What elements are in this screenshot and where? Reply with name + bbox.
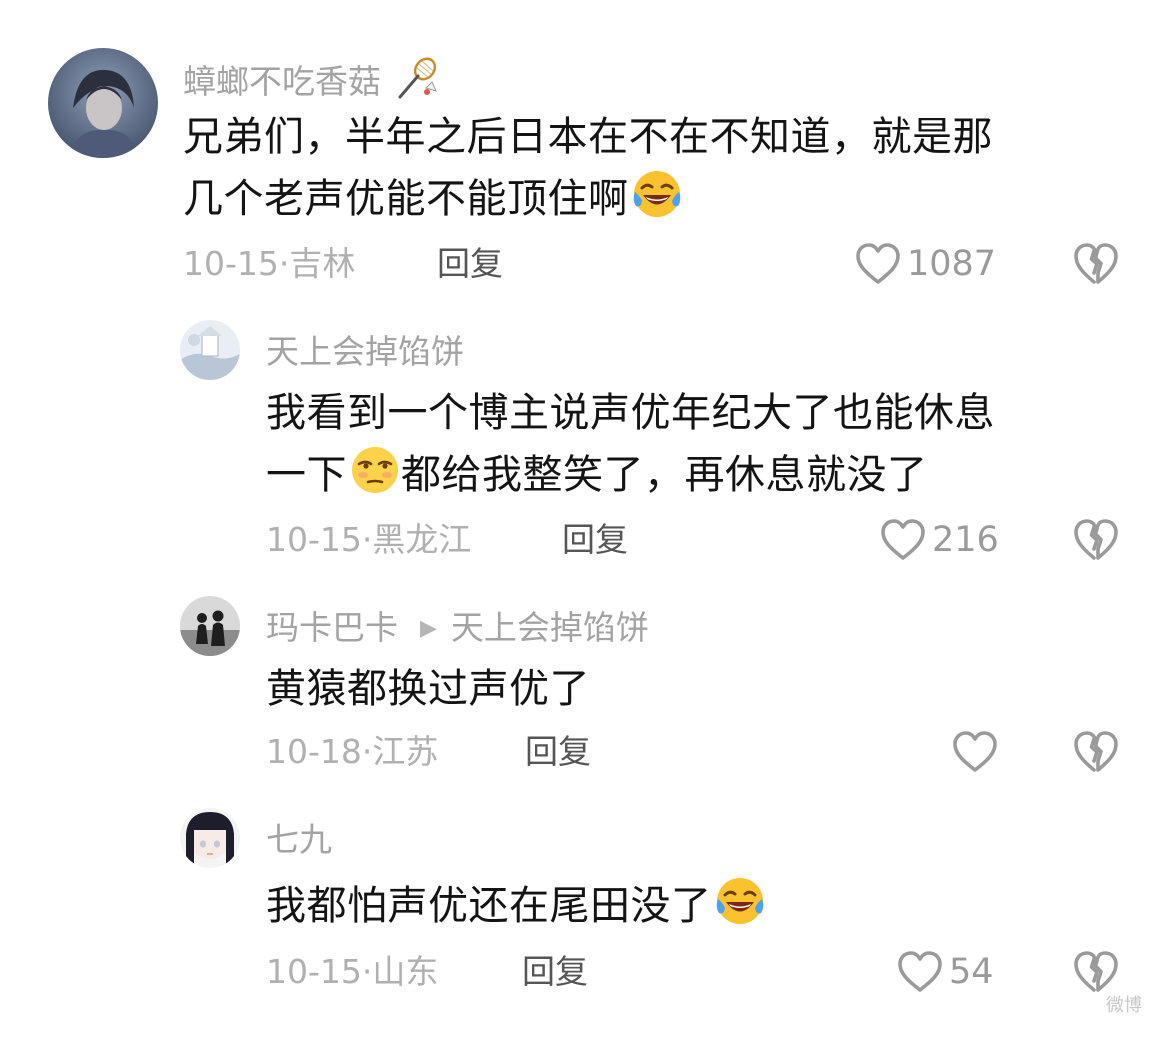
comment-text: 兄弟们，半年之后日本在不在不知道，就是那 几个老声优能不能顶住啊 <box>183 106 1123 230</box>
avatar[interactable] <box>48 48 158 158</box>
heart-icon <box>855 242 901 286</box>
like-button[interactable]: 54 <box>897 950 994 994</box>
comment-text: 黄猿都换过声优了 <box>266 666 590 712</box>
comment-username[interactable]: 玛卡巴卡 ▶ 天上会掉馅饼 <box>266 608 649 649</box>
heart-icon <box>952 730 998 774</box>
dislike-button[interactable] <box>1073 950 1119 994</box>
dislike-button[interactable] <box>1073 242 1119 286</box>
like-count: 54 <box>949 952 994 992</box>
comment-meta: 10-15·山东 <box>266 952 439 991</box>
like-button[interactable] <box>952 730 998 774</box>
reply-arrow-icon: ▶ <box>420 616 437 641</box>
relieved-emoji <box>349 444 401 496</box>
comment-text-line: 我看到一个博主说声优年纪大了也能休息 <box>266 390 995 436</box>
dislike-button[interactable] <box>1073 518 1119 562</box>
comment-username[interactable]: 蟑螂不吃香菇 <box>183 55 440 103</box>
broken-heart-icon <box>1073 950 1119 994</box>
comment-text: 我都怕声优还在尾田没了 <box>266 875 766 937</box>
like-count: 1087 <box>907 244 997 284</box>
comment-meta: 10-15·黑龙江 <box>266 520 472 559</box>
broken-heart-icon <box>1073 518 1119 562</box>
badminton-icon <box>392 55 440 103</box>
comment-meta: 10-18·江苏 <box>266 732 439 771</box>
reply-button[interactable]: 回复 <box>562 520 628 560</box>
avatar[interactable] <box>180 320 240 380</box>
heart-icon <box>880 518 926 562</box>
heart-icon <box>897 950 943 994</box>
reply-button[interactable]: 回复 <box>437 244 503 284</box>
avatar[interactable] <box>180 596 240 656</box>
avatar[interactable] <box>180 808 240 868</box>
comment-username[interactable]: 七九 <box>266 820 332 860</box>
reply-button[interactable]: 回复 <box>522 952 588 992</box>
like-button[interactable]: 1087 <box>855 242 996 286</box>
like-button[interactable]: 216 <box>880 518 999 562</box>
laugh-cry-emoji <box>631 168 683 220</box>
comment-text-line: 几个老声优能不能顶住啊 <box>183 168 1123 230</box>
comment-meta: 10-15·吉林 <box>183 244 356 283</box>
like-count: 216 <box>932 520 999 560</box>
reply-to-username[interactable]: 天上会掉馅饼 <box>451 608 649 647</box>
broken-heart-icon <box>1073 730 1119 774</box>
comment-text: 我看到一个博主说声优年纪大了也能休息 一下 都给我整笑了，再休息就没了 <box>266 382 1126 506</box>
watermark: 微博 <box>1106 995 1142 1016</box>
broken-heart-icon <box>1073 242 1119 286</box>
laugh-cry-emoji <box>714 875 766 927</box>
reply-button[interactable]: 回复 <box>525 732 591 772</box>
dislike-button[interactable] <box>1073 730 1119 774</box>
comment-username[interactable]: 天上会掉馅饼 <box>266 332 464 372</box>
comment-text-line: 一下 都给我整笑了，再休息就没了 <box>266 444 1126 506</box>
comment-text-line: 兄弟们，半年之后日本在不在不知道，就是那 <box>183 114 993 160</box>
